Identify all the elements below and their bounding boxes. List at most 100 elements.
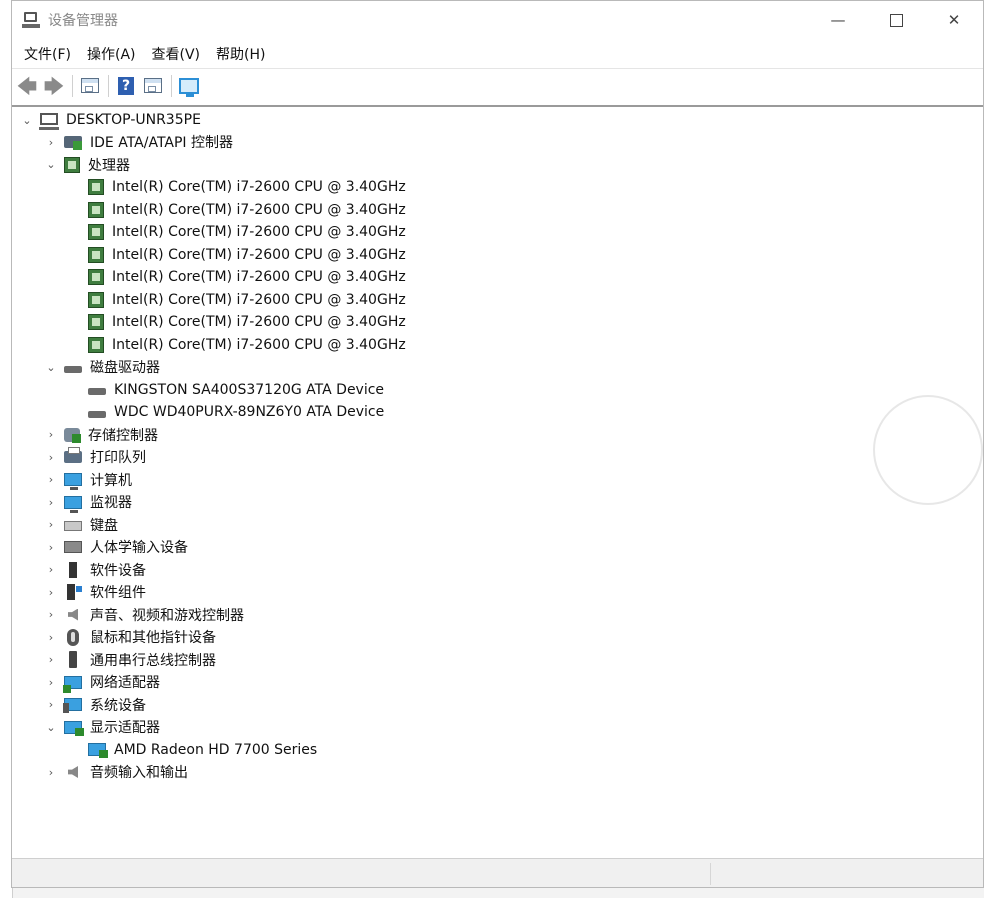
tree-device-item[interactable]: Intel(R) Core(TM) i7-2600 CPU @ 3.40GHz bbox=[88, 176, 406, 198]
hid-icon bbox=[64, 541, 82, 553]
expand-chevron-icon[interactable]: › bbox=[44, 631, 58, 644]
expand-chevron-icon[interactable]: ⌄ bbox=[20, 114, 34, 127]
expand-chevron-icon[interactable]: › bbox=[44, 428, 58, 441]
tree-device-item[interactable]: Intel(R) Core(TM) i7-2600 CPU @ 3.40GHz bbox=[88, 334, 406, 356]
back-arrow-icon: 🡄 bbox=[16, 73, 38, 98]
tree-device-item[interactable]: Intel(R) Core(TM) i7-2600 CPU @ 3.40GHz bbox=[88, 244, 406, 266]
expand-chevron-icon[interactable]: › bbox=[44, 473, 58, 486]
tree-item-label: Intel(R) Core(TM) i7-2600 CPU @ 3.40GHz bbox=[112, 246, 406, 263]
tree-category-item[interactable]: › 音频输入和输出 bbox=[44, 761, 188, 783]
forward-button[interactable]: 🡆 bbox=[43, 75, 65, 97]
tree-category-item[interactable]: › 软件组件 bbox=[44, 581, 146, 603]
console-tree-icon bbox=[81, 78, 99, 93]
tree-device-item[interactable]: WDC WD40PURX-89NZ6Y0 ATA Device bbox=[88, 401, 384, 423]
tree-device-item[interactable]: Intel(R) Core(TM) i7-2600 CPU @ 3.40GHz bbox=[88, 289, 406, 311]
toolbar-separator bbox=[108, 74, 109, 97]
help-icon: ? bbox=[118, 76, 134, 95]
tree-item-label: 计算机 bbox=[90, 472, 132, 489]
processor-icon bbox=[88, 179, 104, 195]
processor-icon bbox=[88, 269, 104, 285]
menu-help[interactable]: 帮助(H) bbox=[208, 44, 273, 64]
expand-chevron-icon[interactable]: › bbox=[44, 766, 58, 779]
tree-category-item[interactable]: › 人体学输入设备 bbox=[44, 536, 188, 558]
tree-item-label: 打印队列 bbox=[90, 450, 146, 466]
tree-category-item[interactable]: ⌄ 处理器 bbox=[44, 154, 130, 176]
tree-category-item[interactable]: › 通用串行总线控制器 bbox=[44, 649, 216, 671]
tree-root[interactable]: ⌄ DESKTOP-UNR35PE bbox=[20, 109, 201, 131]
computer-icon bbox=[64, 473, 82, 490]
toolbar-separator bbox=[171, 74, 172, 97]
tree-item-label: 存储控制器 bbox=[88, 427, 158, 444]
disk-drive-icon bbox=[88, 410, 106, 418]
tree-device-item[interactable]: KINGSTON SA400S37120G ATA Device bbox=[88, 379, 384, 401]
maximize-icon bbox=[889, 13, 903, 27]
tree-category-item[interactable]: › 声音、视频和游戏控制器 bbox=[44, 604, 244, 626]
watermark-seal bbox=[873, 395, 983, 505]
expand-chevron-icon[interactable]: › bbox=[44, 653, 58, 666]
scan-hardware-button[interactable] bbox=[178, 75, 200, 97]
tree-category-item[interactable]: › 系统设备 bbox=[44, 694, 146, 716]
tree-category-item[interactable]: ⌄ 显示适配器 bbox=[44, 716, 160, 738]
status-bar-divider bbox=[710, 863, 711, 885]
tree-item-label: 显示适配器 bbox=[90, 720, 160, 736]
expand-chevron-icon[interactable]: › bbox=[44, 586, 58, 599]
tree-category-item[interactable]: › 打印队列 bbox=[44, 446, 146, 468]
menu-file[interactable]: 文件(F) bbox=[16, 44, 79, 64]
tree-category-item[interactable]: › 监视器 bbox=[44, 491, 132, 513]
processor-icon bbox=[88, 246, 104, 263]
expand-chevron-icon[interactable]: › bbox=[44, 541, 58, 554]
menu-view[interactable]: 查看(V) bbox=[144, 44, 209, 64]
back-button[interactable]: 🡄 bbox=[16, 75, 38, 97]
close-button[interactable]: ✕ bbox=[925, 1, 983, 39]
collapse-chevron-icon[interactable]: ⌄ bbox=[44, 721, 58, 734]
expand-chevron-icon[interactable]: › bbox=[44, 496, 58, 509]
tree-device-item[interactable]: Intel(R) Core(TM) i7-2600 CPU @ 3.40GHz bbox=[88, 266, 406, 288]
tree-device-item[interactable]: Intel(R) Core(TM) i7-2600 CPU @ 3.40GHz bbox=[88, 311, 406, 333]
tree-category-item[interactable]: › 鼠标和其他指针设备 bbox=[44, 626, 216, 648]
tree-device-item[interactable]: Intel(R) Core(TM) i7-2600 CPU @ 3.40GHz bbox=[88, 221, 406, 243]
tree-device-item[interactable]: Intel(R) Core(TM) i7-2600 CPU @ 3.40GHz bbox=[88, 199, 406, 221]
tree-category-item[interactable]: › 计算机 bbox=[44, 469, 132, 491]
forward-arrow-icon: 🡆 bbox=[43, 73, 65, 98]
tree-item-label: 软件设备 bbox=[90, 562, 146, 579]
tree-item-label: 人体学输入设备 bbox=[90, 540, 188, 556]
help-button[interactable]: ? bbox=[115, 75, 137, 97]
tree-category-item[interactable]: › IDE ATA/ATAPI 控制器 bbox=[44, 131, 233, 153]
tree-category-item[interactable]: › 键盘 bbox=[44, 514, 118, 536]
expand-chevron-icon[interactable]: › bbox=[44, 698, 58, 711]
tree-item-label: 磁盘驱动器 bbox=[90, 360, 160, 376]
tree-category-item[interactable]: › 网络适配器 bbox=[44, 671, 160, 693]
tree-device-item[interactable]: AMD Radeon HD 7700 Series bbox=[88, 739, 317, 761]
tree-item-label: 软件组件 bbox=[90, 585, 146, 601]
collapse-chevron-icon[interactable]: ⌄ bbox=[44, 158, 58, 171]
expand-chevron-icon[interactable]: › bbox=[44, 676, 58, 689]
tree-category-item[interactable]: › 存储控制器 bbox=[44, 424, 158, 446]
ide-controller-icon bbox=[64, 136, 82, 150]
tree-item-label: 处理器 bbox=[88, 157, 130, 174]
expand-chevron-icon[interactable]: › bbox=[44, 518, 58, 531]
processor-icon bbox=[88, 201, 104, 218]
minimize-button[interactable]: — bbox=[809, 1, 867, 39]
software-device-icon bbox=[69, 561, 77, 578]
tree-item-label: 音频输入和输出 bbox=[90, 765, 188, 781]
show-hide-console-tree-button[interactable] bbox=[79, 75, 101, 97]
expand-chevron-icon[interactable]: › bbox=[44, 451, 58, 464]
maximize-button[interactable] bbox=[867, 1, 925, 39]
network-adapter-icon bbox=[63, 675, 82, 693]
expand-chevron-icon[interactable]: › bbox=[44, 136, 58, 149]
tree-item-label: 键盘 bbox=[90, 517, 118, 534]
print-queue-icon bbox=[64, 447, 82, 463]
title-bar[interactable]: 设备管理器 — ✕ bbox=[12, 1, 983, 39]
expand-chevron-icon[interactable]: › bbox=[44, 608, 58, 621]
collapse-chevron-icon[interactable]: ⌄ bbox=[44, 361, 58, 374]
tree-item-label: IDE ATA/ATAPI 控制器 bbox=[90, 135, 234, 151]
tree-category-item[interactable]: ⌄ 磁盘驱动器 bbox=[44, 356, 160, 378]
minimize-icon: — bbox=[830, 11, 846, 29]
expand-chevron-icon[interactable]: › bbox=[44, 563, 58, 576]
menu-action[interactable]: 操作(A) bbox=[79, 44, 144, 64]
tree-item-label: WDC WD40PURX-89NZ6Y0 ATA Device bbox=[114, 404, 385, 420]
show-action-pane-button[interactable] bbox=[142, 75, 164, 97]
system-device-icon bbox=[63, 698, 82, 713]
tree-item-label: AMD Radeon HD 7700 Series bbox=[114, 741, 318, 758]
tree-category-item[interactable]: › 软件设备 bbox=[44, 559, 146, 581]
